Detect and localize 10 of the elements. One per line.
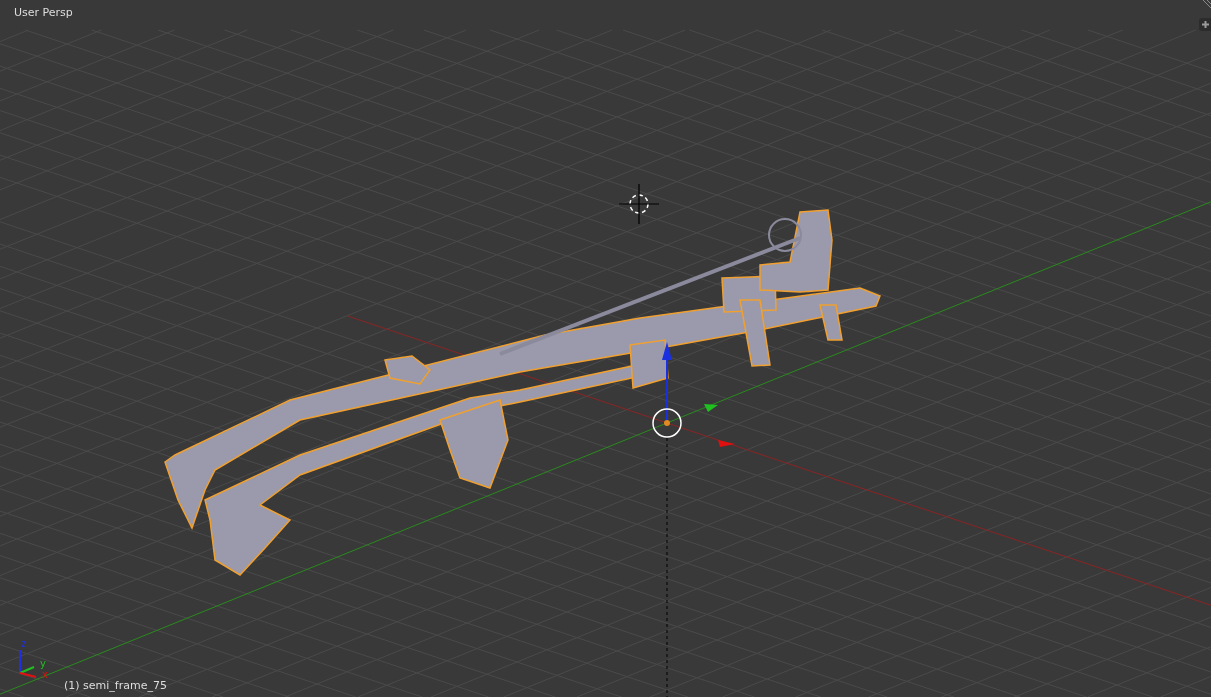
crosshair-cursor-icon[interactable] [618, 183, 660, 225]
object-name-label: (1) semi_frame_75 [64, 679, 167, 692]
add-panel-button[interactable] [1199, 18, 1211, 31]
axis-label: z [21, 639, 27, 649]
axis-label: y [40, 659, 46, 669]
axis-orientation-icon [19, 649, 37, 678]
transform-gizmo-icon[interactable] [652, 342, 735, 447]
axis-label: x [42, 670, 48, 680]
corner-drag-handle-icon[interactable] [1201, 0, 1211, 10]
view-name-label: User Persp [14, 6, 73, 19]
